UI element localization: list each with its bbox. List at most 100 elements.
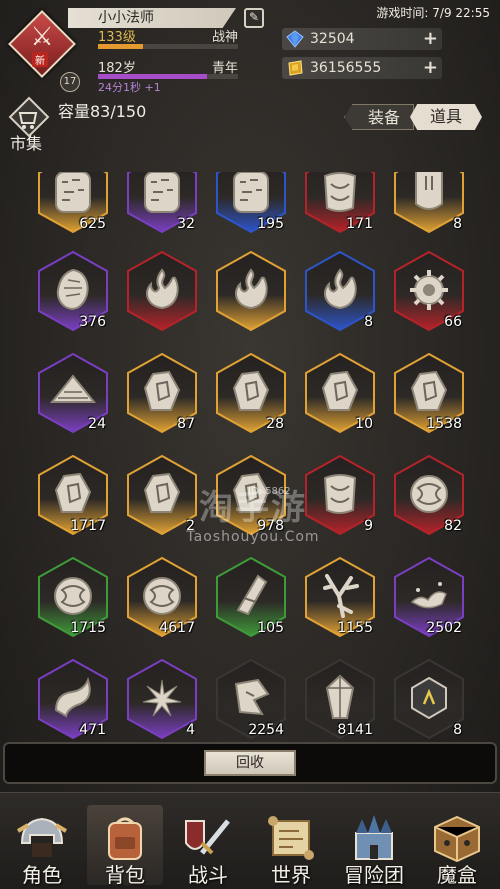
backpack-icon bbox=[108, 817, 142, 860]
nav-item-sword-shield[interactable]: 战斗 bbox=[166, 793, 250, 889]
player-avatar[interactable]: ⚔ 新 17 bbox=[8, 10, 80, 92]
item-coin-icon bbox=[410, 475, 448, 513]
item-scroll-icon bbox=[323, 172, 357, 212]
item-count: 978 bbox=[257, 518, 284, 534]
item-crystal-icon bbox=[143, 370, 181, 411]
inventory-item-dust[interactable]: 2502 bbox=[392, 556, 466, 638]
item-coin-icon bbox=[143, 577, 181, 615]
player-rank: 战神 bbox=[211, 30, 238, 45]
item-crystal-icon bbox=[54, 472, 92, 513]
inventory-item-crystal[interactable]: 1717 bbox=[36, 454, 110, 536]
watermark-id: ID: 5862 bbox=[248, 486, 291, 497]
inventory-item-box[interactable]: 8 bbox=[392, 658, 466, 740]
bag-capacity: 容量83/150 bbox=[58, 102, 147, 121]
item-count: 2254 bbox=[248, 722, 284, 738]
castle-icon bbox=[355, 815, 393, 860]
inventory-item-crystal2[interactable]: 8141 bbox=[303, 658, 377, 740]
gold-counter: 36156555 + bbox=[282, 57, 442, 79]
inventory-item-coin[interactable]: 1715 bbox=[36, 556, 110, 638]
nav-label: 世界 bbox=[271, 863, 311, 887]
inventory-item-scroll[interactable]: 9 bbox=[303, 454, 377, 536]
nav-item-castle[interactable]: 冒险团 bbox=[332, 793, 416, 889]
game-time: 游戏时间: 7/9 22:55 bbox=[376, 6, 490, 20]
avatar-level-badge: 17 bbox=[60, 72, 80, 92]
item-count: 2502 bbox=[426, 620, 462, 636]
scroll-map-icon bbox=[268, 816, 314, 860]
nav-label: 魔盒 bbox=[437, 863, 477, 887]
inventory-item-burst[interactable]: 4 bbox=[125, 658, 199, 740]
nav-label: 角色 bbox=[22, 863, 62, 887]
nav-label: 背包 bbox=[105, 863, 145, 887]
exp-bar-fill bbox=[98, 44, 143, 49]
diamond-counter: 32504 + bbox=[282, 28, 442, 50]
item-count: 471 bbox=[79, 722, 106, 738]
magic-box-icon bbox=[434, 815, 480, 863]
item-box-icon bbox=[411, 676, 447, 720]
item-count: 1715 bbox=[70, 620, 106, 636]
item-count: 32 bbox=[177, 216, 195, 232]
item-count: 2 bbox=[186, 518, 195, 534]
inventory-item-flame[interactable] bbox=[214, 250, 288, 332]
item-count: 625 bbox=[79, 216, 106, 232]
diamond-amount: 32504 bbox=[310, 31, 355, 47]
nav-item-helmet[interactable]: 角色 bbox=[0, 793, 84, 889]
sword-shield-icon bbox=[185, 819, 230, 855]
inventory-item-crystal[interactable]: 1538 bbox=[392, 352, 466, 434]
inventory-item-horn[interactable]: 471 bbox=[36, 658, 110, 740]
inventory-item-tablet[interactable]: 8 bbox=[392, 172, 466, 234]
item-shard-icon bbox=[236, 574, 268, 616]
inventory-item-slab[interactable]: 625 bbox=[36, 172, 110, 234]
item-count: 8 bbox=[453, 722, 462, 738]
helmet-icon bbox=[16, 817, 68, 857]
item-crystal-icon bbox=[321, 370, 359, 411]
player-name: 小小法师 bbox=[68, 8, 236, 28]
gold-icon bbox=[288, 60, 303, 76]
nav-label: 战斗 bbox=[188, 863, 228, 887]
inventory-item-coin[interactable]: 4617 bbox=[125, 556, 199, 638]
inventory-item-coin[interactable]: 82 bbox=[392, 454, 466, 536]
player-level: 133级 bbox=[98, 30, 136, 45]
nav-item-magic-box[interactable]: 魔盒 bbox=[415, 793, 499, 889]
item-count: 1538 bbox=[426, 416, 462, 432]
inventory-item-flower[interactable]: 66 bbox=[392, 250, 466, 332]
inventory-item-crystal[interactable]: 10 bbox=[303, 352, 377, 434]
item-count: 9 bbox=[364, 518, 373, 534]
nav-item-backpack[interactable]: 背包 bbox=[83, 793, 167, 889]
inventory-item-slab2[interactable]: 2254 bbox=[214, 658, 288, 740]
inventory-item-crystal[interactable]: 28 bbox=[214, 352, 288, 434]
inventory-item-crystal[interactable]: 87 bbox=[125, 352, 199, 434]
inventory-item-slab[interactable]: 195 bbox=[214, 172, 288, 234]
diamond-icon bbox=[286, 30, 304, 48]
inventory-item-flame[interactable] bbox=[125, 250, 199, 332]
inventory-item-scroll[interactable]: 171 bbox=[303, 172, 377, 234]
recycle-button[interactable]: 回收 bbox=[204, 750, 296, 776]
add-diamond-button[interactable]: + bbox=[423, 29, 438, 49]
item-count: 4617 bbox=[159, 620, 195, 636]
tab-equipment[interactable]: 装备 bbox=[344, 104, 414, 130]
item-count: 376 bbox=[79, 314, 106, 330]
inventory-item-egg[interactable]: 376 bbox=[36, 250, 110, 332]
inventory-item-slab[interactable]: 32 bbox=[125, 172, 199, 234]
inventory-item-shard[interactable]: 105 bbox=[214, 556, 288, 638]
inventory-item-pyramid[interactable]: 24 bbox=[36, 352, 110, 434]
item-flame-icon bbox=[324, 268, 357, 310]
regen-timer: 24分1秒 +1 bbox=[98, 81, 161, 94]
add-gold-button[interactable]: + bbox=[423, 58, 438, 78]
item-pyramid-icon bbox=[50, 374, 96, 403]
item-slab2-icon bbox=[234, 678, 270, 716]
edit-name-button[interactable]: ✎ bbox=[244, 8, 264, 28]
inventory-item-branch[interactable]: 1155 bbox=[303, 556, 377, 638]
item-count: 8141 bbox=[337, 722, 373, 738]
item-count: 10 bbox=[355, 416, 373, 432]
inventory-item-crystal[interactable]: 2 bbox=[125, 454, 199, 536]
market-label[interactable]: 市集 bbox=[10, 130, 42, 154]
item-burst-icon bbox=[142, 679, 182, 717]
item-crystal-icon bbox=[410, 370, 448, 411]
item-count: 24 bbox=[88, 416, 106, 432]
item-horn-icon bbox=[54, 677, 91, 718]
item-count: 87 bbox=[177, 416, 195, 432]
tab-items[interactable]: 道具 bbox=[410, 104, 482, 130]
inventory-item-flame[interactable]: 8 bbox=[303, 250, 377, 332]
nav-item-scroll-map[interactable]: 世界 bbox=[249, 793, 333, 889]
item-count: 4 bbox=[186, 722, 195, 738]
